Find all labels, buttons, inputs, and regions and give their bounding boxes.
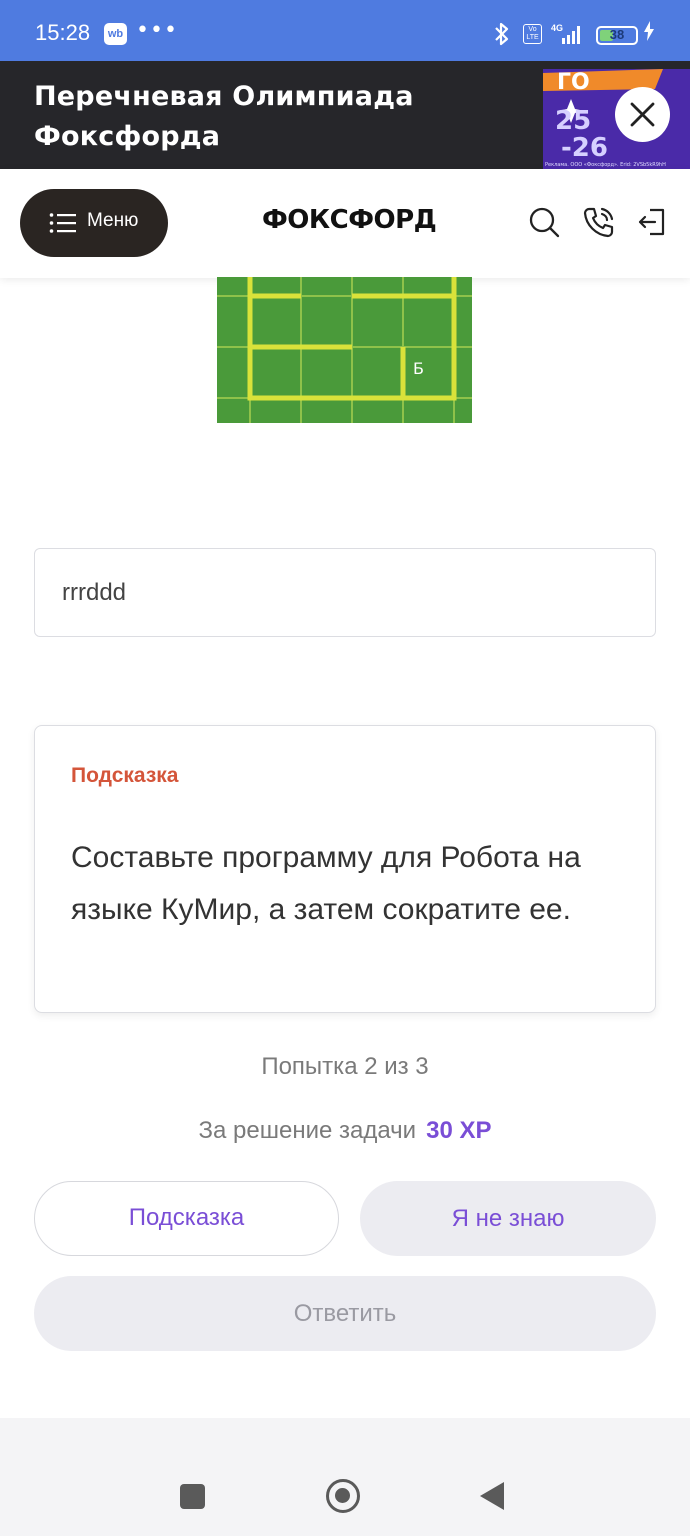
submit-answer-button[interactable]: Ответить — [34, 1276, 656, 1351]
system-nav-bar — [0, 1418, 690, 1536]
menu-button[interactable]: Меню — [20, 189, 168, 257]
promo-art-text-3: -26 — [561, 133, 608, 163]
battery-icon: 38 — [596, 26, 638, 45]
menu-list-icon — [49, 213, 76, 233]
home-icon[interactable] — [326, 1479, 360, 1513]
reward-xp: 30 XP — [426, 1117, 492, 1144]
status-bar: 15:28 wb ••• Vo LTE 4G 38 — [0, 0, 690, 61]
promo-art-footer: Реклама. ООО «Фоксфорд». Erid: 2VSb5kR9h… — [545, 162, 666, 168]
promo-banner[interactable]: Перечневая Олимпиада Фоксфорда ГО 25 -26… — [0, 61, 690, 169]
close-promo-button[interactable] — [615, 87, 670, 142]
charging-icon — [643, 21, 655, 46]
robot-field-image: Б — [217, 277, 472, 423]
menu-label: Меню — [87, 210, 139, 231]
hint-button[interactable]: Подсказка — [34, 1181, 339, 1256]
network-type: 4G — [551, 23, 563, 33]
dont-know-button[interactable]: Я не знаю — [360, 1181, 656, 1256]
cell-label: Б — [413, 359, 424, 378]
promo-art-text-1: ГО — [557, 70, 590, 95]
search-icon[interactable] — [527, 205, 561, 239]
battery-percent: 38 — [609, 27, 625, 42]
attempt-counter: Попытка 2 из 3 — [261, 1053, 429, 1080]
hint-card: Подсказка Составьте программу для Робота… — [34, 725, 656, 1013]
phone-icon[interactable] — [582, 205, 616, 239]
recents-icon[interactable] — [180, 1484, 205, 1509]
back-icon[interactable] — [480, 1482, 504, 1510]
volte-icon: Vo LTE — [523, 24, 542, 44]
hint-text: Составьте программу для Робота на языке … — [71, 841, 581, 926]
close-icon — [630, 102, 655, 127]
status-time: 15:28 — [35, 20, 91, 45]
reward-info: За решение задачи 30 XP — [0, 1117, 690, 1145]
site-header: Меню ФОКСФОРД — [0, 169, 690, 278]
login-icon[interactable] — [636, 205, 670, 239]
promo-art-text-2: 25 — [555, 106, 591, 136]
more-notifications-icon: ••• — [136, 18, 178, 43]
reward-label: За решение задачи — [198, 1117, 417, 1144]
wb-app-icon: wb — [104, 23, 127, 45]
bluetooth-icon — [492, 22, 512, 52]
signal-icon: 4G — [550, 22, 586, 46]
answer-input[interactable] — [34, 548, 656, 637]
promo-title: Перечневая Олимпиада Фоксфорда — [34, 81, 414, 152]
brand-logo[interactable]: ФОКСФОРД — [262, 205, 437, 235]
hint-title: Подсказка — [71, 764, 179, 787]
home-dot — [335, 1488, 350, 1503]
